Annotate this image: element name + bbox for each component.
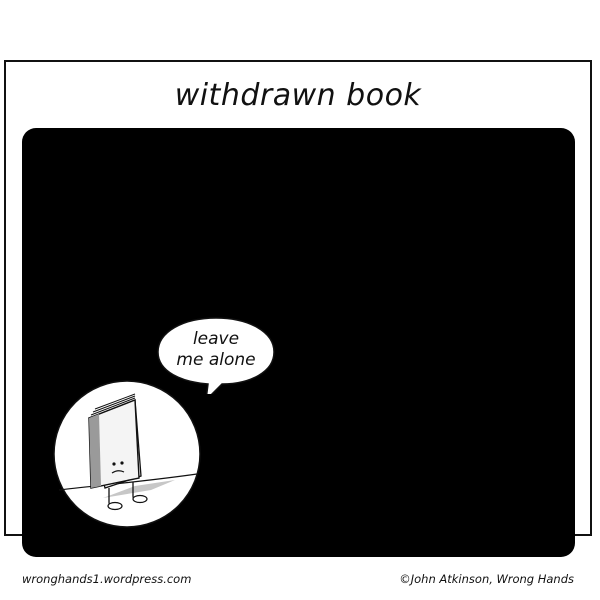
sad-book-icon xyxy=(53,380,201,528)
book-vignette xyxy=(51,378,203,530)
comic-title: withdrawn book xyxy=(174,78,422,113)
footer-credit: ©John Atkinson, Wrong Hands xyxy=(399,572,574,586)
speech-text: leave me alone xyxy=(154,329,278,371)
footer-website: wronghands1.wordpress.com xyxy=(22,572,192,586)
comic-frame: withdrawn book leave me alone wronghands… xyxy=(4,60,592,586)
speech-line-2: me alone xyxy=(176,350,256,370)
speech-line-1: leave xyxy=(192,329,240,349)
